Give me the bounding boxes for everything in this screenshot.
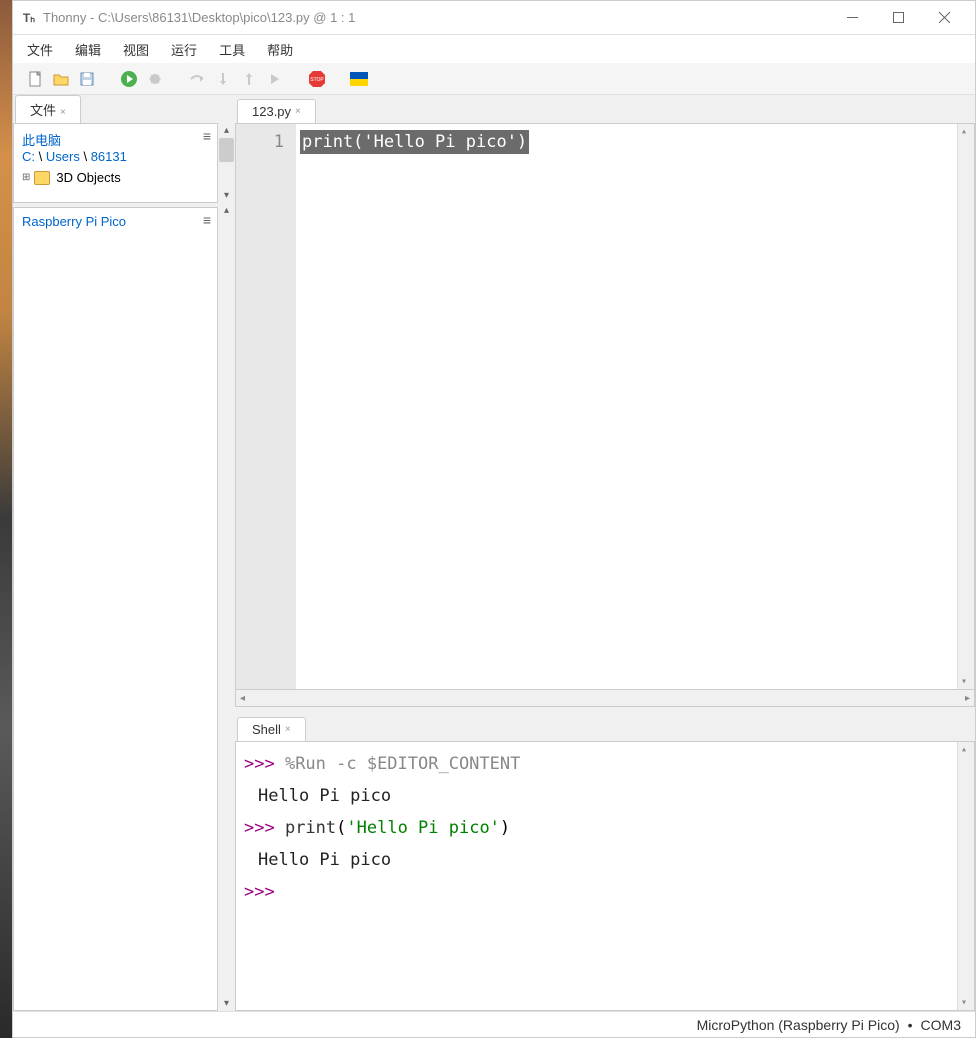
- editor-horizontal-scrollbar[interactable]: ◂▸: [235, 690, 975, 707]
- save-file-icon[interactable]: [77, 69, 97, 89]
- scroll-up-icon[interactable]: ▴: [222, 123, 231, 138]
- file-path: C:\Users\86131\Desktop\pico\123.py: [98, 10, 310, 25]
- status-separator: •: [908, 1017, 913, 1033]
- debug-icon[interactable]: [145, 69, 165, 89]
- step-over-icon[interactable]: [187, 69, 207, 89]
- svg-text:STOP: STOP: [310, 77, 324, 83]
- interpreter-label[interactable]: MicroPython (Raspberry Pi Pico): [697, 1017, 900, 1033]
- sidebar-tab-row: 文件×: [13, 95, 235, 123]
- local-files-panel[interactable]: ≡ 此电脑 C: \ Users \ 86131 ⊞ 3D Objects: [13, 123, 218, 203]
- shell-line: >>> %Run -c $EDITOR_CONTENT: [244, 748, 966, 780]
- line-number-gutter: 1: [236, 124, 296, 689]
- app-icon: Tₕ: [21, 10, 37, 26]
- shell-prompt: >>>: [244, 818, 285, 838]
- shell-prompt: >>>: [244, 882, 285, 902]
- files-sidebar: 文件× ≡ 此电脑 C: \ Users \ 86131 ⊞ 3D Obje: [13, 95, 235, 1011]
- window-controls: [829, 2, 967, 34]
- menu-view[interactable]: 视图: [119, 37, 153, 62]
- editor-vertical-scrollbar[interactable]: [957, 124, 974, 689]
- menu-file[interactable]: 文件: [23, 37, 57, 62]
- shell-output-line: Hello Pi pico: [244, 844, 966, 876]
- window-title: Thonny - C:\Users\86131\Desktop\pico\123…: [43, 10, 829, 25]
- folder-3d-objects[interactable]: ⊞ 3D Objects: [22, 168, 209, 187]
- editor-area: 123.py × 1 print('Hello Pi pico') ◂▸ She…: [235, 95, 975, 1011]
- shell-vertical-scrollbar[interactable]: [957, 742, 974, 1010]
- statusbar: MicroPython (Raspberry Pi Pico) • COM3: [13, 1011, 975, 1037]
- scroll-right-icon[interactable]: ▸: [965, 693, 970, 704]
- titlebar[interactable]: Tₕ Thonny - C:\Users\86131\Desktop\pico\…: [13, 1, 975, 35]
- shell-output-line: Hello Pi pico: [244, 780, 966, 812]
- device-link[interactable]: Raspberry Pi Pico: [22, 214, 209, 229]
- sidebar-scrollbar[interactable]: ▴ ▾: [218, 123, 235, 203]
- run-command: %Run -c $EDITOR_CONTENT: [285, 754, 520, 774]
- app-name: Thonny: [43, 10, 86, 25]
- editor-tab-123py[interactable]: 123.py ×: [237, 99, 316, 123]
- shell-tab[interactable]: Shell ×: [237, 717, 306, 741]
- scroll-down-icon[interactable]: ▾: [222, 996, 231, 1011]
- maximize-button[interactable]: [875, 2, 921, 34]
- close-icon[interactable]: ×: [285, 724, 291, 735]
- scroll-down-icon[interactable]: ▾: [222, 188, 231, 203]
- shell-line: >>> print('Hello Pi pico'): [244, 812, 966, 844]
- port-label[interactable]: COM3: [921, 1017, 961, 1033]
- resume-icon[interactable]: [265, 69, 285, 89]
- close-button[interactable]: [921, 2, 967, 34]
- shell-input-line[interactable]: >>>: [244, 876, 966, 908]
- open-file-icon[interactable]: [51, 69, 71, 89]
- run-icon[interactable]: [119, 69, 139, 89]
- scroll-thumb[interactable]: [219, 138, 234, 162]
- cursor-position: @ 1 : 1: [310, 10, 356, 25]
- code-editor[interactable]: 1 print('Hello Pi pico'): [235, 123, 975, 690]
- step-out-icon[interactable]: [239, 69, 259, 89]
- expand-icon[interactable]: ⊞: [22, 172, 30, 183]
- main-area: 文件× ≡ 此电脑 C: \ Users \ 86131 ⊞ 3D Obje: [13, 95, 975, 1011]
- menu-edit[interactable]: 编辑: [71, 37, 105, 62]
- menu-help[interactable]: 帮助: [263, 37, 297, 62]
- editor-tab-row: 123.py ×: [235, 95, 975, 123]
- device-scrollbar[interactable]: ▴ ▾: [218, 203, 235, 1011]
- files-tab[interactable]: 文件×: [15, 95, 81, 123]
- ukraine-flag-icon[interactable]: [349, 69, 369, 89]
- code-content[interactable]: print('Hello Pi pico'): [296, 124, 974, 689]
- shell-output[interactable]: >>> %Run -c $EDITOR_CONTENT Hello Pi pic…: [235, 741, 975, 1011]
- minimize-button[interactable]: [829, 2, 875, 34]
- desktop-background-edge: [0, 0, 12, 1038]
- menubar: 文件 编辑 视图 运行 工具 帮助: [13, 35, 975, 63]
- step-into-icon[interactable]: [213, 69, 233, 89]
- new-file-icon[interactable]: [25, 69, 45, 89]
- stop-icon[interactable]: STOP: [307, 69, 327, 89]
- close-icon[interactable]: ×: [295, 106, 301, 117]
- current-path[interactable]: C: \ Users \ 86131: [22, 149, 209, 164]
- scroll-up-icon[interactable]: ▴: [222, 203, 231, 218]
- panel-menu-icon[interactable]: ≡: [203, 212, 211, 228]
- folder-icon: [34, 171, 50, 185]
- close-icon[interactable]: ×: [60, 107, 66, 118]
- thonny-window: Tₕ Thonny - C:\Users\86131\Desktop\pico\…: [12, 0, 976, 1038]
- line-number: 1: [236, 130, 284, 154]
- panel-menu-icon[interactable]: ≡: [203, 128, 211, 144]
- this-pc-link[interactable]: 此电脑: [22, 130, 209, 149]
- shell-prompt: >>>: [244, 754, 285, 774]
- menu-tools[interactable]: 工具: [215, 37, 249, 62]
- toolbar: STOP: [13, 63, 975, 95]
- shell-tab-row: Shell ×: [235, 713, 975, 741]
- device-files-panel[interactable]: ≡ Raspberry Pi Pico: [13, 207, 218, 1011]
- selected-code[interactable]: print('Hello Pi pico'): [300, 130, 529, 154]
- menu-run[interactable]: 运行: [167, 37, 201, 62]
- scroll-left-icon[interactable]: ◂: [240, 693, 245, 704]
